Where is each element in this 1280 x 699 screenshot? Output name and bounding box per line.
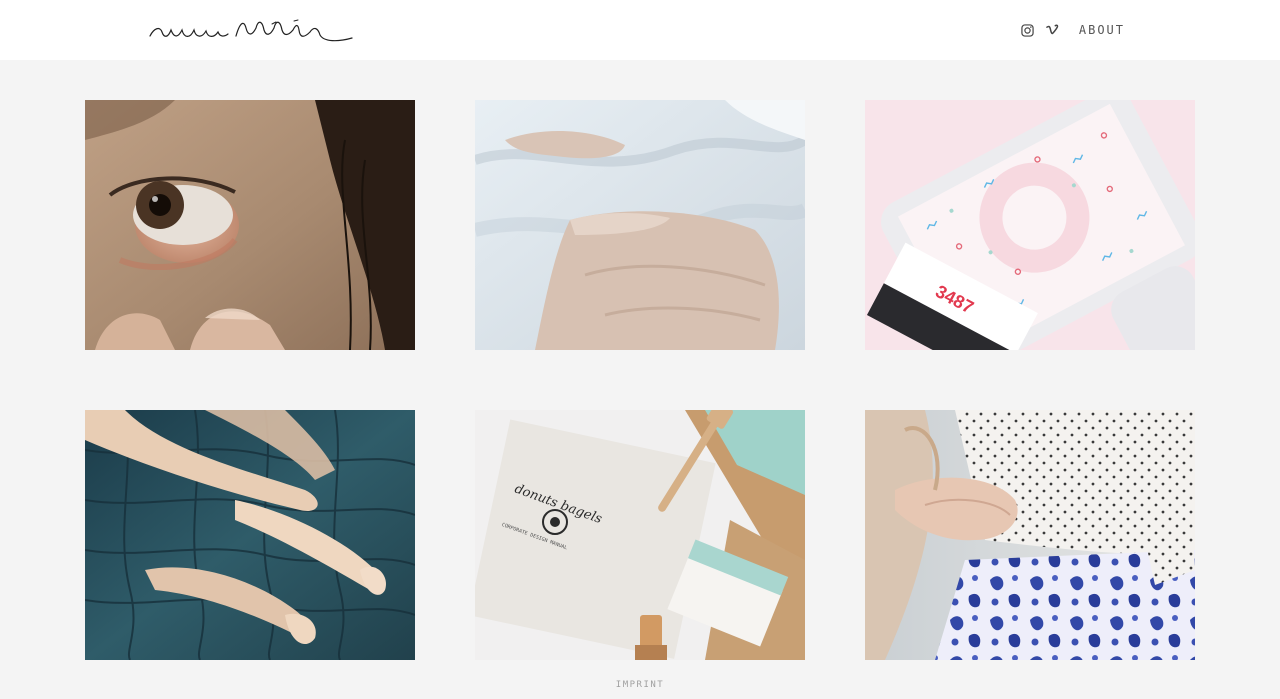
project-image (475, 100, 805, 350)
project-tile-hand[interactable] (475, 100, 805, 350)
vimeo-icon[interactable] (1045, 22, 1061, 38)
project-tile-floral[interactable] (865, 410, 1195, 660)
project-tile-bagels[interactable]: donuts bagels CORPORATE DESIGN MANUAL (475, 410, 805, 660)
project-tile-eye[interactable] (85, 100, 415, 350)
instagram-icon[interactable] (1020, 22, 1036, 38)
logo[interactable] (148, 10, 354, 50)
project-image (865, 410, 1195, 660)
site-header: ABOUT (0, 0, 1280, 60)
project-tile-phone-app[interactable]: 3487 (865, 100, 1195, 350)
project-tile-pool[interactable] (85, 410, 415, 660)
project-image (85, 410, 415, 660)
main-nav: ABOUT (1020, 18, 1125, 42)
about-link[interactable]: ABOUT (1079, 23, 1125, 37)
project-image: donuts bagels CORPORATE DESIGN MANUAL (475, 410, 805, 660)
imprint-link[interactable]: IMPRINT (0, 680, 1280, 690)
project-image: 3487 (865, 100, 1195, 350)
project-image (85, 100, 415, 350)
